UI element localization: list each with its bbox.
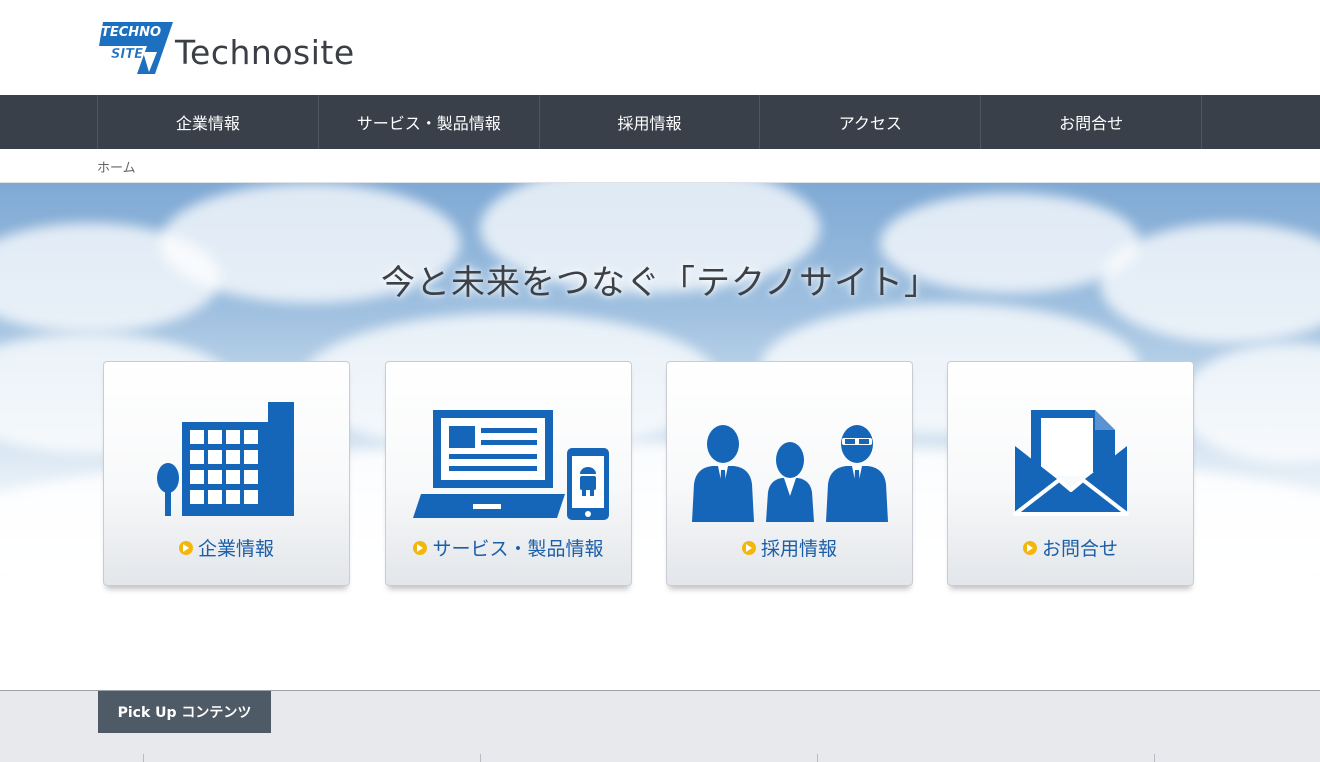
- arrow-bullet-icon: [413, 540, 428, 555]
- card-recruit[interactable]: 採用情報: [666, 361, 913, 586]
- card-label: 企業情報: [197, 538, 274, 560]
- nav-item-access[interactable]: アクセス: [760, 95, 982, 149]
- hero-banner: 今と未来をつなぐ「テクノサイト」 企業情報 サービス・製品情報 採用情報 お問合…: [0, 183, 1320, 690]
- hero-title: 今と未来をつなぐ「テクノサイト」: [381, 263, 939, 303]
- nav-item-company[interactable]: 企業情報: [98, 95, 319, 149]
- breadcrumb-home[interactable]: ホーム: [97, 157, 136, 176]
- envelope-icon: [948, 382, 1193, 522]
- logo-mark-line1: TECHNO: [101, 25, 161, 40]
- breadcrumb: ホーム: [0, 149, 1320, 183]
- card-company[interactable]: 企業情報: [103, 361, 350, 586]
- arrow-bullet-icon: [1022, 540, 1037, 555]
- building-icon: [104, 382, 349, 522]
- site-logo[interactable]: TECHNO SITE Technosite: [97, 20, 355, 76]
- card-contact[interactable]: お問合せ: [947, 361, 1194, 586]
- card-label: サービス・製品情報: [432, 538, 604, 560]
- nav-item-recruit[interactable]: 採用情報: [540, 95, 761, 149]
- pickup-section: Pick Up コンテンツ: [0, 690, 1320, 762]
- card-label: お問合せ: [1041, 538, 1118, 560]
- nav-item-contact[interactable]: お問合せ: [981, 95, 1202, 149]
- laptop-smartphone-icon: [386, 382, 631, 522]
- technosite-logo-icon: TECHNO SITE: [97, 20, 175, 76]
- logo-text: Technosite: [175, 32, 355, 72]
- main-nav: 企業情報 サービス・製品情報 採用情報 アクセス お問合せ: [0, 95, 1320, 149]
- card-services[interactable]: サービス・製品情報: [385, 361, 632, 586]
- logo-mark-line2: SITE: [111, 47, 143, 62]
- nav-item-services[interactable]: サービス・製品情報: [319, 95, 540, 149]
- people-icon: [667, 382, 912, 522]
- site-header: TECHNO SITE Technosite: [0, 0, 1320, 95]
- arrow-bullet-icon: [741, 540, 756, 555]
- arrow-bullet-icon: [178, 540, 193, 555]
- pickup-tab: Pick Up コンテンツ: [98, 691, 271, 733]
- card-label: 採用情報: [760, 538, 837, 560]
